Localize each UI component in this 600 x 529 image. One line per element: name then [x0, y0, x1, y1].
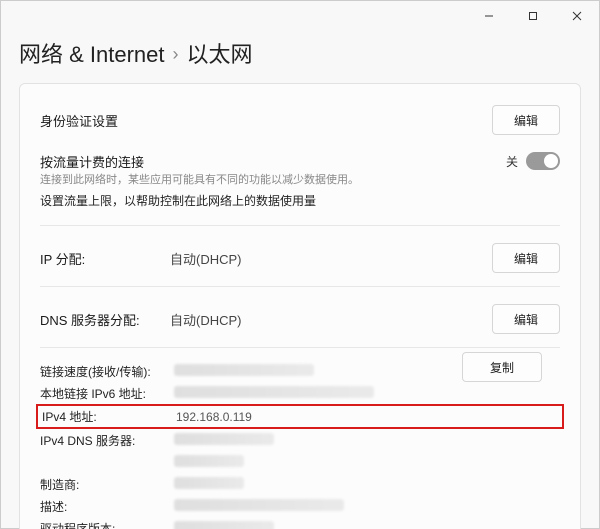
local-ipv6-value: [174, 386, 374, 398]
auth-edit-button[interactable]: 编辑: [492, 105, 560, 135]
description-label: 描述:: [40, 498, 170, 515]
close-button[interactable]: [555, 1, 599, 31]
ipv4-address-value: 192.168.0.119: [176, 410, 558, 424]
metered-connection-label: 按流量计费的连接: [40, 152, 506, 171]
auth-settings-label: 身份验证设置: [40, 111, 170, 130]
chevron-right-icon: ›: [173, 44, 179, 65]
link-speed-label: 链接速度(接收/传输):: [40, 363, 170, 380]
copy-button[interactable]: 复制: [462, 352, 542, 382]
metered-toggle[interactable]: [526, 152, 560, 170]
breadcrumb-parent[interactable]: 网络 & Internet: [19, 37, 165, 69]
ipv4-address-label: IPv4 地址:: [42, 408, 172, 425]
data-limit-link[interactable]: 设置流量上限，以帮助控制在此网络上的数据使用量: [20, 188, 580, 219]
titlebar: [1, 1, 599, 31]
dns-edit-button[interactable]: 编辑: [492, 304, 560, 334]
driver-version-label: 驱动程序版本:: [40, 520, 170, 529]
ipv4-dns-value-2: [174, 455, 244, 467]
ip-assignment-label: IP 分配:: [40, 249, 170, 268]
minimize-button[interactable]: [467, 1, 511, 31]
link-speed-value: [174, 364, 314, 376]
ipv4-dns-value: [174, 433, 274, 445]
maximize-button[interactable]: [511, 1, 555, 31]
local-ipv6-label: 本地链接 IPv6 地址:: [40, 385, 170, 402]
breadcrumb-current: 以太网: [187, 37, 253, 69]
ethernet-panel: 身份验证设置 编辑 按流量计费的连接 连接到此网络时，某些应用可能具有不同的功能…: [19, 83, 581, 529]
dns-assignment-value: 自动(DHCP): [170, 310, 480, 329]
metered-connection-desc: 连接到此网络时，某些应用可能具有不同的功能以减少数据使用。: [40, 173, 506, 188]
breadcrumb: 网络 & Internet › 以太网: [1, 31, 599, 83]
manufacturer-label: 制造商:: [40, 476, 170, 493]
ipv4-dns-label: IPv4 DNS 服务器:: [40, 432, 170, 449]
description-value: [174, 499, 344, 511]
ip-edit-button[interactable]: 编辑: [492, 243, 560, 273]
driver-version-value: [174, 521, 274, 529]
settings-window: 网络 & Internet › 以太网 身份验证设置 编辑 按流量计费的连接 连…: [0, 0, 600, 529]
dns-assignment-label: DNS 服务器分配:: [40, 310, 170, 329]
ip-assignment-value: 自动(DHCP): [170, 249, 480, 268]
metered-toggle-state: 关: [506, 153, 518, 170]
manufacturer-value: [174, 477, 244, 489]
